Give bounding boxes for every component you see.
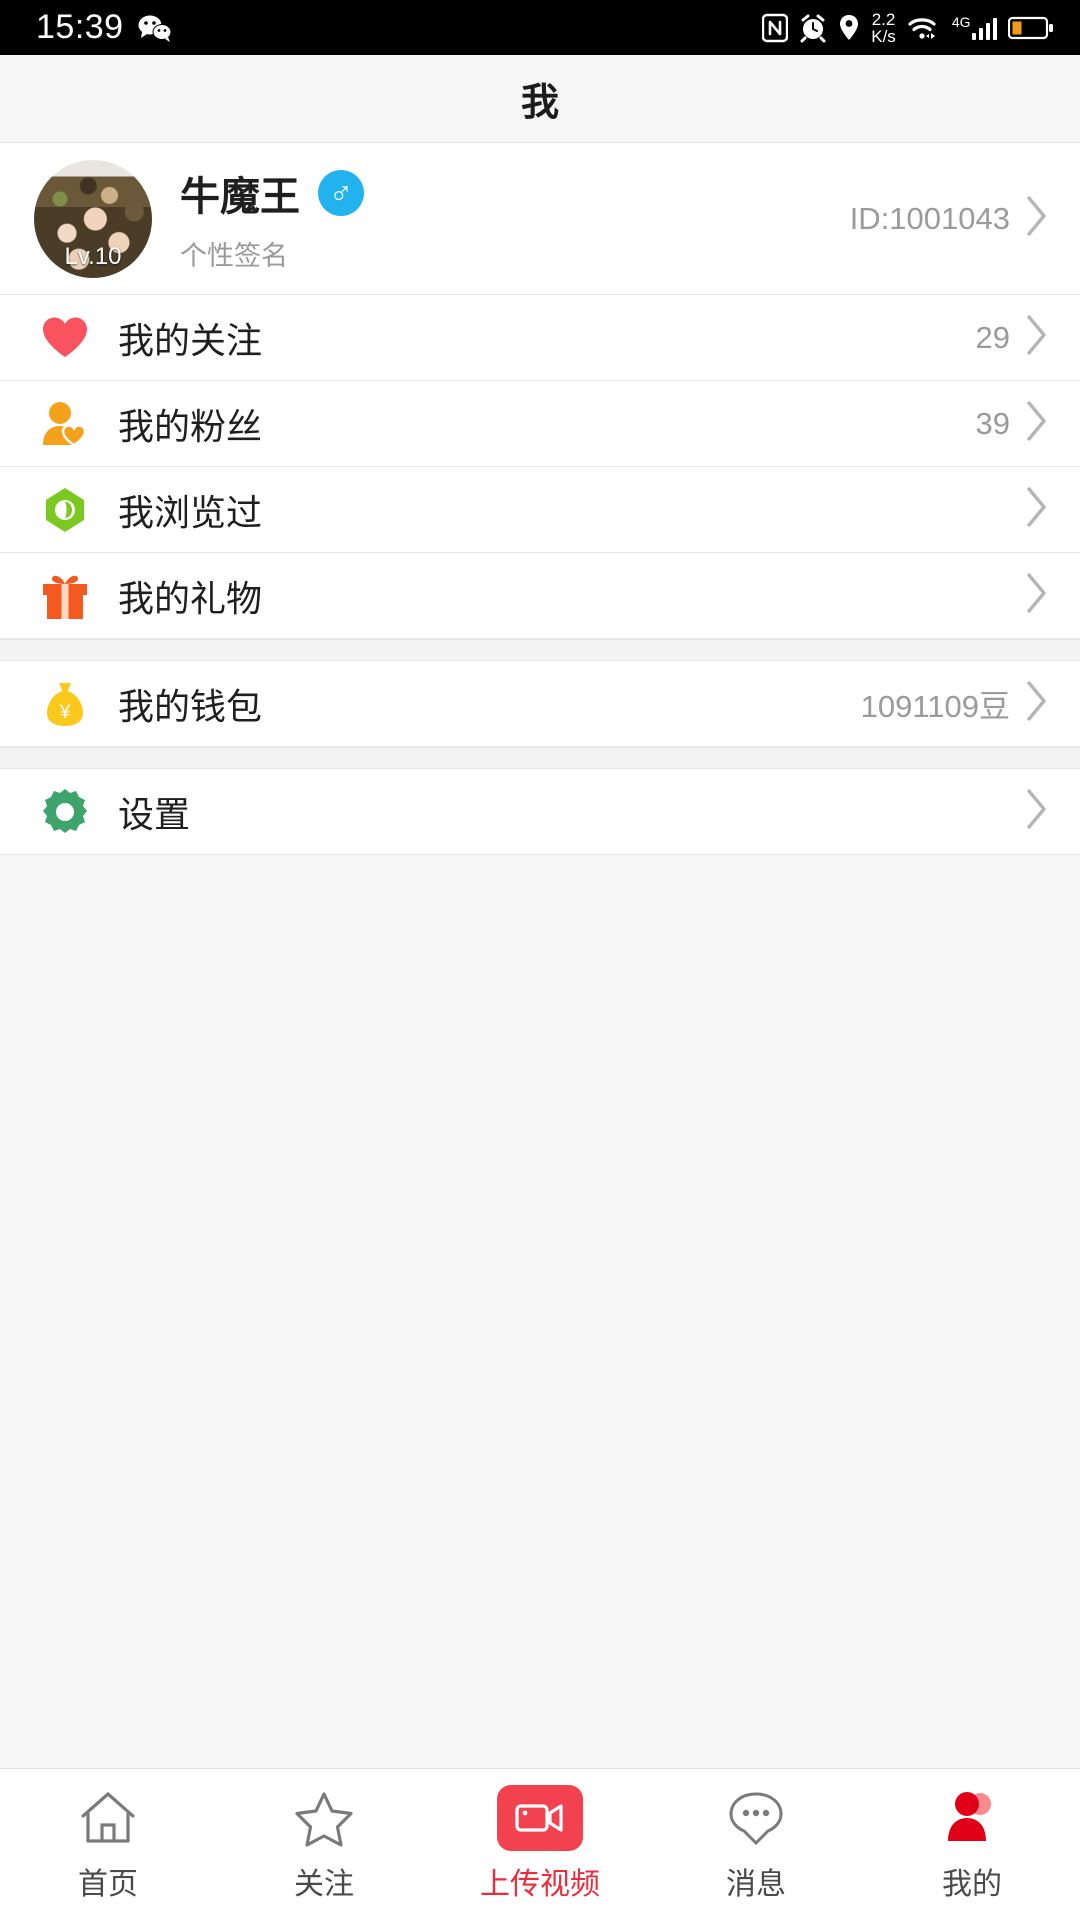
gender-symbol: ♂ (329, 175, 353, 211)
menu-item-value: 1091109豆 (860, 689, 1010, 724)
tab-label: 关注 (294, 1867, 354, 1901)
menu-item-label: 我浏览过 (118, 491, 263, 533)
menu-item-my-follows[interactable]: 我的关注 29 (0, 295, 1080, 381)
menu-item-my-wallet[interactable]: ¥ 我的钱包 1091109豆 (0, 661, 1080, 747)
alarm-icon (799, 13, 827, 43)
status-time: 15:39 (36, 8, 124, 46)
tab-label: 首页 (78, 1867, 138, 1901)
tab-messages[interactable]: 消息 (648, 1769, 864, 1920)
wallet-icon: ¥ (34, 679, 96, 729)
tab-label: 上传视频 (480, 1867, 600, 1901)
video-upload-icon (497, 1784, 583, 1851)
menu-item-settings[interactable]: 设置 (0, 769, 1080, 855)
location-icon (838, 13, 860, 43)
level-badge: Lv.10 (64, 242, 122, 270)
bottom-tab-bar: 首页 关注 上传视频 消息 我的 (0, 1768, 1080, 1920)
status-bar-left: 15:39 (36, 8, 172, 47)
profile-info: 牛魔王 ♂ 个性签名 (152, 164, 850, 273)
profile-icon (942, 1787, 1002, 1849)
chevron-right-icon (1024, 484, 1050, 535)
eye-icon (34, 486, 96, 534)
wifi-icon (907, 13, 941, 43)
svg-text:¥: ¥ (59, 702, 71, 723)
menu-item-value: 29 (975, 319, 1010, 355)
chevron-right-icon (1024, 398, 1050, 449)
heart-icon (34, 315, 96, 361)
profile-name: 牛魔王 (180, 175, 300, 219)
menu-item-my-gifts[interactable]: 我的礼物 (0, 553, 1080, 639)
avatar[interactable]: Lv.10 (34, 159, 152, 278)
signal-bars-icon: 4G (951, 13, 997, 40)
section-divider (0, 639, 1080, 661)
status-bar: 15:39 2.2 K/s 4G (0, 0, 1080, 55)
profile-right: ID:1001043 (850, 193, 1050, 244)
star-icon (294, 1787, 354, 1849)
battery-icon (1008, 14, 1054, 42)
menu-item-label: 我的粉丝 (118, 405, 263, 447)
menu-group-3: 设置 (0, 769, 1080, 855)
nfc-icon (762, 13, 789, 43)
app-root: 15:39 2.2 K/s 4G 我 Lv.10 牛魔王 ♂ 个性签名 ID:1… (0, 0, 1080, 1920)
menu-group-2: ¥ 我的钱包 1091109豆 (0, 661, 1080, 747)
chevron-right-icon (1024, 193, 1050, 244)
message-icon (726, 1787, 786, 1849)
network-speed-unit: K/s (871, 26, 896, 46)
status-bar-right: 2.2 K/s 4G (762, 11, 1054, 45)
gift-icon (34, 571, 96, 621)
menu-group-1: 我的关注 29 我的粉丝 39 我浏览过 我的礼物 (0, 295, 1080, 639)
menu-item-label: 设置 (118, 793, 191, 835)
profile-name-row: 牛魔王 ♂ (180, 164, 850, 222)
tab-home[interactable]: 首页 (0, 1769, 216, 1920)
tab-mine[interactable]: 我的 (864, 1769, 1080, 1920)
profile-signature: 个性签名 (180, 241, 288, 271)
home-icon (78, 1787, 138, 1849)
tab-label: 消息 (726, 1867, 786, 1901)
tab-label: 我的 (942, 1867, 1002, 1901)
signal-bars (971, 16, 997, 40)
fans-icon (34, 400, 96, 448)
menu-item-my-fans[interactable]: 我的粉丝 39 (0, 381, 1080, 467)
gear-icon (34, 787, 96, 837)
menu-item-label: 我的钱包 (118, 685, 263, 727)
network-speed: 2.2 K/s (871, 11, 896, 45)
menu-item-label: 我的礼物 (118, 577, 263, 619)
chevron-right-icon (1024, 786, 1050, 837)
network-speed-value: 2.2 (871, 9, 896, 29)
chevron-right-icon (1024, 570, 1050, 621)
profile-card[interactable]: Lv.10 牛魔王 ♂ 个性签名 ID:1001043 (0, 143, 1080, 295)
menu-item-value: 39 (975, 405, 1010, 441)
section-divider (0, 747, 1080, 769)
tab-upload-video[interactable]: 上传视频 (432, 1769, 648, 1920)
chevron-right-icon (1024, 678, 1050, 729)
page-header: 我 (0, 55, 1080, 143)
gender-male-icon: ♂ (318, 170, 364, 216)
video-upload-button[interactable] (497, 1784, 583, 1851)
chevron-right-icon (1024, 312, 1050, 363)
page-title: 我 (520, 82, 559, 124)
content-area: Lv.10 牛魔王 ♂ 个性签名 ID:1001043 我的关注 29 我的粉丝… (0, 143, 1080, 1768)
menu-item-browsed[interactable]: 我浏览过 (0, 467, 1080, 553)
wechat-icon (138, 13, 172, 43)
profile-id: ID:1001043 (849, 200, 1010, 236)
network-type-label: 4G (951, 13, 971, 30)
menu-item-label: 我的关注 (118, 319, 263, 361)
tab-follow[interactable]: 关注 (216, 1769, 432, 1920)
